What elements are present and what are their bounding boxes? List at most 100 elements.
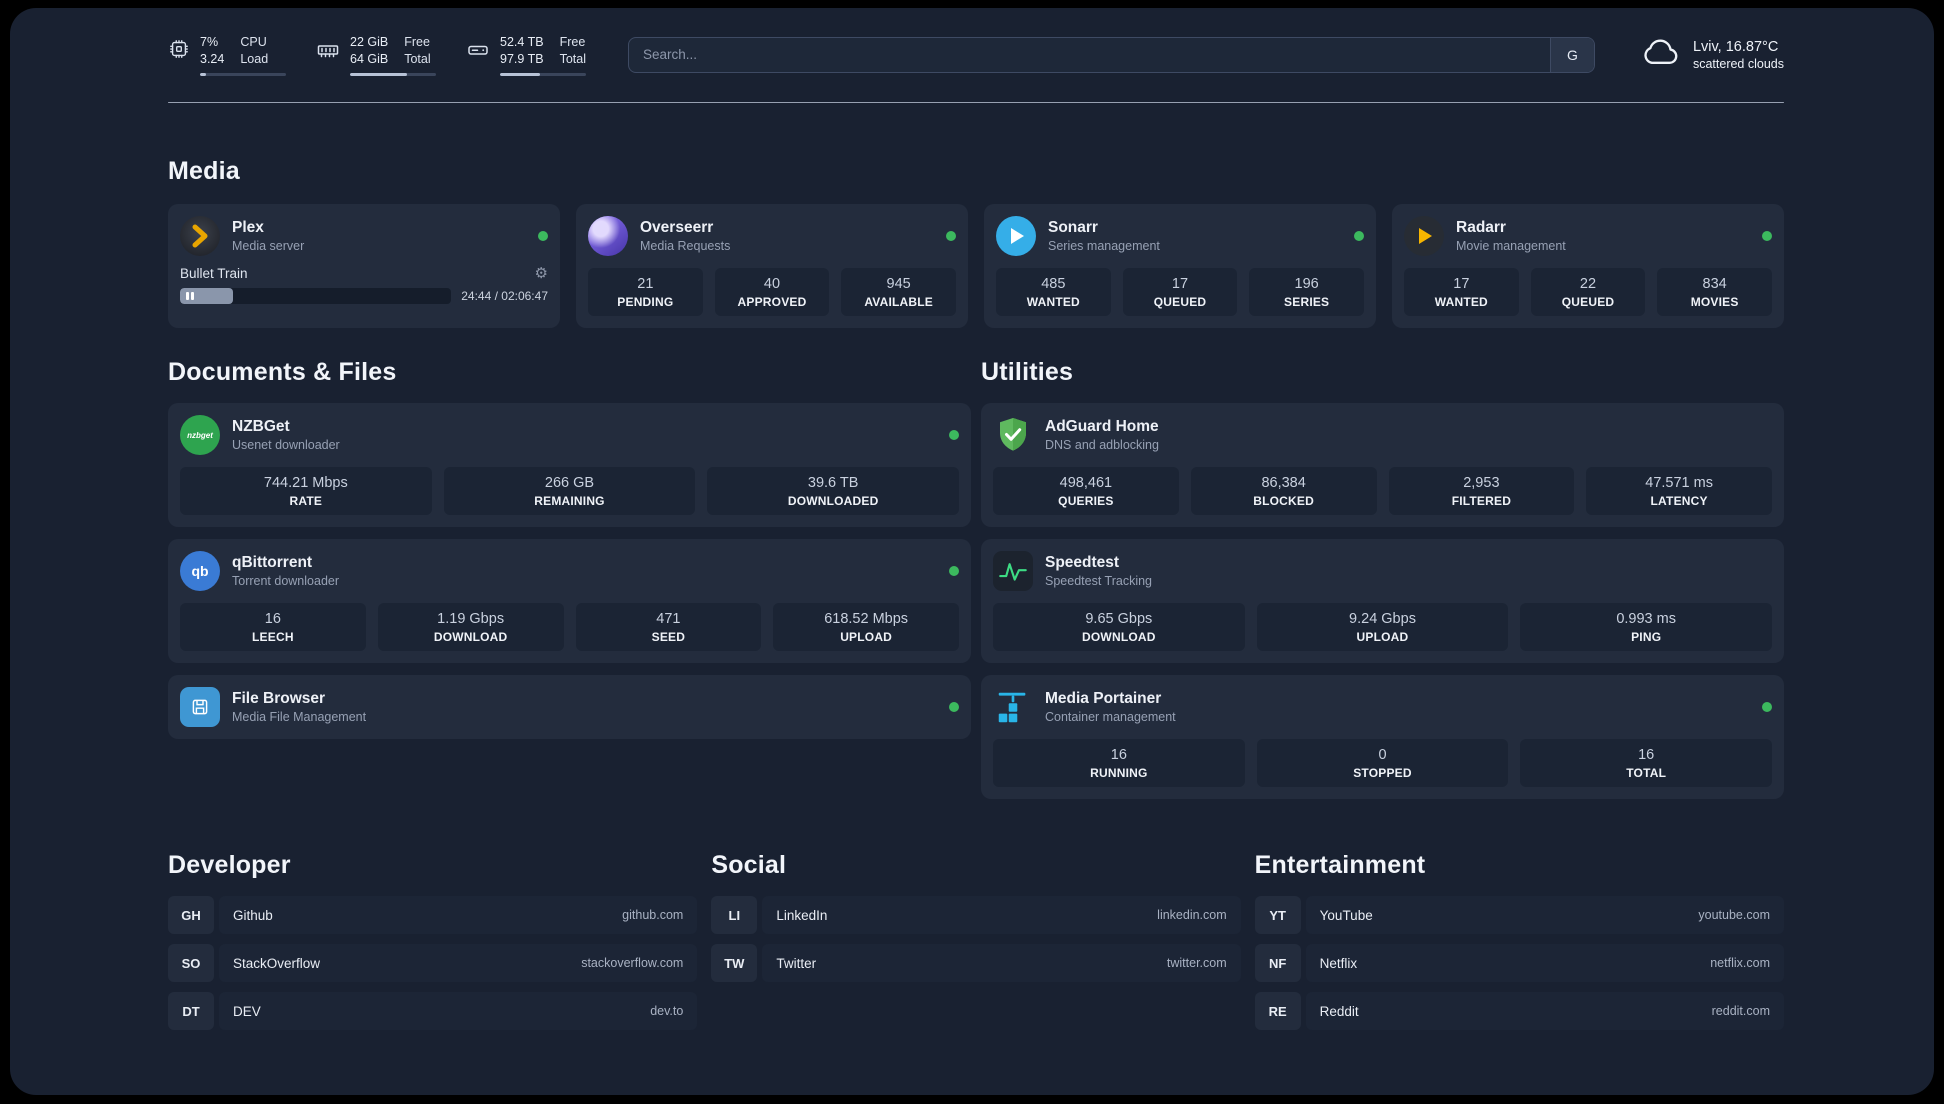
- stat-value: 618.52 Mbps: [824, 611, 909, 628]
- search-engine-button[interactable]: G: [1549, 37, 1594, 72]
- ram-free-value: 22 GiB: [350, 35, 389, 49]
- stat-label: APPROVED: [737, 295, 807, 310]
- bookmark-linkedin[interactable]: LI LinkedIn linkedin.com: [711, 896, 1241, 935]
- cpu-icon: [168, 38, 190, 65]
- stat-label: STOPPED: [1353, 766, 1412, 781]
- search-bar: G: [628, 36, 1595, 73]
- nzbget-stat-rate: 744.21 Mbps RATE: [180, 467, 432, 516]
- bookmark-url: linkedin.com: [1157, 908, 1227, 923]
- section-documents: Documents & Files nzbget NZBGet Usenet d…: [168, 358, 971, 740]
- app-card-radarr[interactable]: Radarr Movie management 17 WANTED 22 QUE…: [1392, 204, 1784, 329]
- cpu-widget: 7% 3.24 CPU Load: [168, 34, 286, 76]
- app-subtitle: Media Requests: [640, 239, 731, 254]
- app-card-sonarr[interactable]: Sonarr Series management 485 WANTED 17 Q…: [984, 204, 1376, 329]
- disk-total-label: Total: [559, 51, 586, 66]
- adguard-stat-filtered: 2,953 FILTERED: [1388, 467, 1575, 516]
- stat-value: 9.65 Gbps: [1085, 611, 1153, 628]
- bookmark-github[interactable]: GH Github github.com: [168, 896, 698, 935]
- ram-free-label: Free: [404, 35, 430, 49]
- weather-location: Lviv, 16.87°C: [1692, 38, 1779, 55]
- stat-label: TOTAL: [1626, 766, 1667, 781]
- app-card-qbittorrent[interactable]: qb qBittorrent Torrent downloader 16 LEE…: [168, 539, 971, 664]
- search-input[interactable]: [629, 37, 1550, 72]
- stat-label: QUEUED: [1561, 295, 1615, 310]
- disk-widget: 52.4 TB 97.9 TB Free Total: [466, 34, 586, 76]
- stat-value: 1.19 Gbps: [437, 611, 505, 628]
- header-divider: [168, 101, 1784, 104]
- stat-value: 485: [1041, 276, 1066, 293]
- cpu-label: CPU: [240, 35, 267, 49]
- section-title-social: Social: [711, 851, 787, 880]
- nzbget-icon: nzbget: [180, 415, 220, 456]
- app-card-portainer[interactable]: Media Portainer Container management 16 …: [981, 675, 1784, 800]
- overseerr-stat-pending: 21 PENDING: [588, 268, 703, 317]
- qbittorrent-stat-download: 1.19 Gbps DOWNLOAD: [377, 603, 564, 652]
- app-card-speedtest[interactable]: Speedtest Speedtest Tracking 9.65 Gbps D…: [981, 539, 1784, 664]
- nzbget-stat-downloaded: 39.6 TB DOWNLOADED: [707, 467, 959, 516]
- stat-label: WANTED: [1026, 295, 1080, 310]
- stat-value: 16: [1638, 747, 1655, 764]
- playback-time: 24:44 / 02:06:47: [461, 289, 548, 304]
- portainer-stat-total: 16 TOTAL: [1520, 739, 1772, 788]
- bookmark-abbr: DT: [168, 992, 214, 1031]
- adguard-icon: [993, 415, 1033, 455]
- app-card-plex[interactable]: Plex Media server Bullet Train ⚙ 24:44 /…: [168, 204, 560, 329]
- bookmark-url: reddit.com: [1711, 1004, 1770, 1019]
- speedtest-stat-ping: 0.993 ms PING: [1520, 603, 1772, 652]
- stat-value: 39.6 TB: [807, 475, 859, 492]
- radarr-icon: [1404, 216, 1444, 257]
- bookmark-abbr: TW: [711, 944, 758, 983]
- bookmark-abbr: NF: [1254, 944, 1301, 983]
- stat-value: 47.571 ms: [1645, 475, 1713, 492]
- app-card-overseerr[interactable]: Overseerr Media Requests 21 PENDING 40 A…: [576, 204, 968, 329]
- stat-label: PENDING: [617, 295, 674, 310]
- now-playing-title: Bullet Train: [180, 266, 248, 282]
- app-card-adguard[interactable]: AdGuard Home DNS and adblocking 498,461 …: [981, 403, 1784, 528]
- qbittorrent-icon: qb: [180, 551, 220, 592]
- settings-gear-icon[interactable]: ⚙: [535, 266, 548, 281]
- app-name: Radarr: [1456, 219, 1506, 237]
- stat-value: 834: [1702, 276, 1727, 293]
- bookmark-stackoverflow[interactable]: SO StackOverflow stackoverflow.com: [168, 944, 698, 983]
- stat-label: UPLOAD: [840, 630, 893, 645]
- app-subtitle: Container management: [1045, 710, 1176, 725]
- bookmark-netflix[interactable]: NF Netflix netflix.com: [1254, 944, 1784, 983]
- bookmarks-developer: Developer GH Github github.com SO StackO…: [168, 851, 698, 1031]
- stat-value: 16: [264, 611, 281, 628]
- bookmark-reddit[interactable]: RE Reddit reddit.com: [1254, 992, 1784, 1031]
- dashboard-panel: 7% 3.24 CPU Load 22 GiB 64 GiB Free Tota…: [10, 8, 1934, 1095]
- stat-value: 9.24 Gbps: [1349, 611, 1416, 628]
- section-title-utilities: Utilities: [981, 358, 1074, 387]
- stat-label: FILTERED: [1451, 494, 1512, 509]
- app-subtitle: Series management: [1048, 239, 1160, 254]
- portainer-stat-running: 16 RUNNING: [993, 739, 1245, 788]
- cpu-label-2: Load: [240, 51, 269, 66]
- stat-value: 40: [763, 276, 781, 293]
- seek-bar[interactable]: [180, 288, 452, 305]
- app-card-nzbget[interactable]: nzbget NZBGet Usenet downloader 744.21 M…: [168, 403, 971, 528]
- app-name: qBittorrent: [232, 554, 313, 572]
- pause-button[interactable]: [186, 292, 194, 301]
- stat-value: 196: [1294, 276, 1319, 293]
- app-subtitle: DNS and adblocking: [1045, 438, 1159, 453]
- qbittorrent-stat-leech: 16 LEECH: [180, 603, 366, 652]
- bookmark-dev[interactable]: DT DEV dev.to: [168, 992, 698, 1031]
- speedtest-stat-download: 9.65 Gbps DOWNLOAD: [993, 603, 1245, 652]
- speedtest-stat-upload: 9.24 Gbps UPLOAD: [1256, 603, 1509, 652]
- bookmark-name: LinkedIn: [776, 907, 828, 923]
- portainer-icon: [993, 687, 1033, 727]
- plex-header: Plex Media server: [180, 216, 548, 257]
- app-card-filebrowser[interactable]: File Browser Media File Management: [168, 675, 971, 740]
- ram-widget: 22 GiB 64 GiB Free Total: [316, 34, 436, 76]
- bookmark-twitter[interactable]: TW Twitter twitter.com: [711, 944, 1241, 983]
- stat-label: LEECH: [252, 630, 294, 645]
- stat-value: 266 GB: [544, 475, 595, 492]
- stat-value: 22: [1579, 276, 1597, 293]
- nzbget-stat-remaining: 266 GB REMAINING: [443, 467, 696, 516]
- adguard-stat-queries: 498,461 QUERIES: [993, 467, 1179, 516]
- ram-progress-bar: [350, 72, 436, 76]
- bookmark-youtube[interactable]: YT YouTube youtube.com: [1254, 896, 1784, 935]
- portainer-stat-stopped: 0 STOPPED: [1256, 739, 1509, 788]
- stat-value: 0.993 ms: [1616, 611, 1676, 628]
- section-title-media: Media: [168, 157, 240, 186]
